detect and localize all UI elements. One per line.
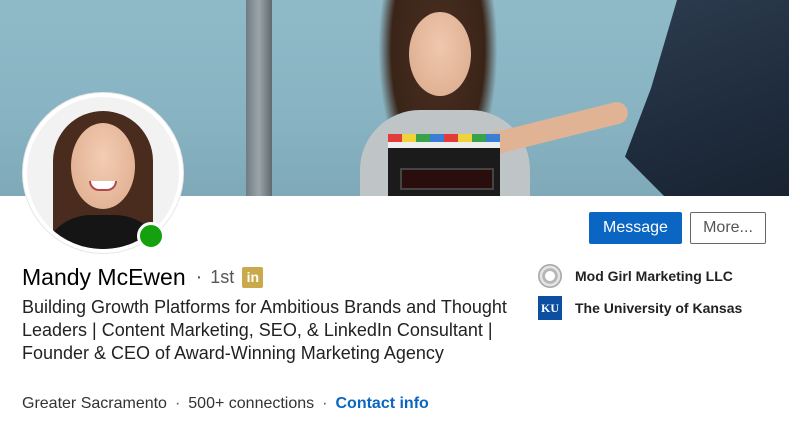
university-logo-icon: KU bbox=[538, 296, 562, 320]
meta-separator: · bbox=[322, 395, 328, 412]
linkedin-premium-icon: in bbox=[242, 266, 264, 288]
banner-pillar bbox=[246, 0, 272, 196]
profile-meta: Greater Sacramento · 500+ connections · … bbox=[22, 393, 429, 415]
clapboard-display bbox=[400, 168, 494, 190]
connections-count[interactable]: 500+ connections bbox=[188, 395, 314, 413]
contact-info-link[interactable]: Contact info bbox=[335, 395, 428, 413]
profile-headline: Building Growth Platforms for Ambitious … bbox=[22, 297, 507, 363]
banner-second-person bbox=[625, 0, 789, 196]
company-name: Mod Girl Marketing LLC bbox=[575, 268, 733, 284]
message-button[interactable]: Message bbox=[589, 212, 682, 244]
education-item[interactable]: KU The University of Kansas bbox=[538, 296, 742, 320]
name-separator: · bbox=[195, 265, 203, 288]
avatar-face bbox=[71, 123, 135, 209]
school-name: The University of Kansas bbox=[575, 300, 743, 316]
name-row: Mandy McEwen · 1st in bbox=[22, 262, 264, 292]
current-company[interactable]: Mod Girl Marketing LLC bbox=[538, 264, 733, 288]
company-logo-icon bbox=[538, 264, 562, 288]
banner-person-face bbox=[409, 12, 471, 96]
connection-degree: 1st bbox=[210, 266, 235, 287]
profile-name: Mandy McEwen bbox=[22, 263, 186, 290]
more-button[interactable]: More... bbox=[690, 212, 766, 244]
location: Greater Sacramento bbox=[22, 395, 167, 412]
online-status-icon bbox=[137, 222, 165, 250]
meta-separator: · bbox=[174, 395, 181, 412]
